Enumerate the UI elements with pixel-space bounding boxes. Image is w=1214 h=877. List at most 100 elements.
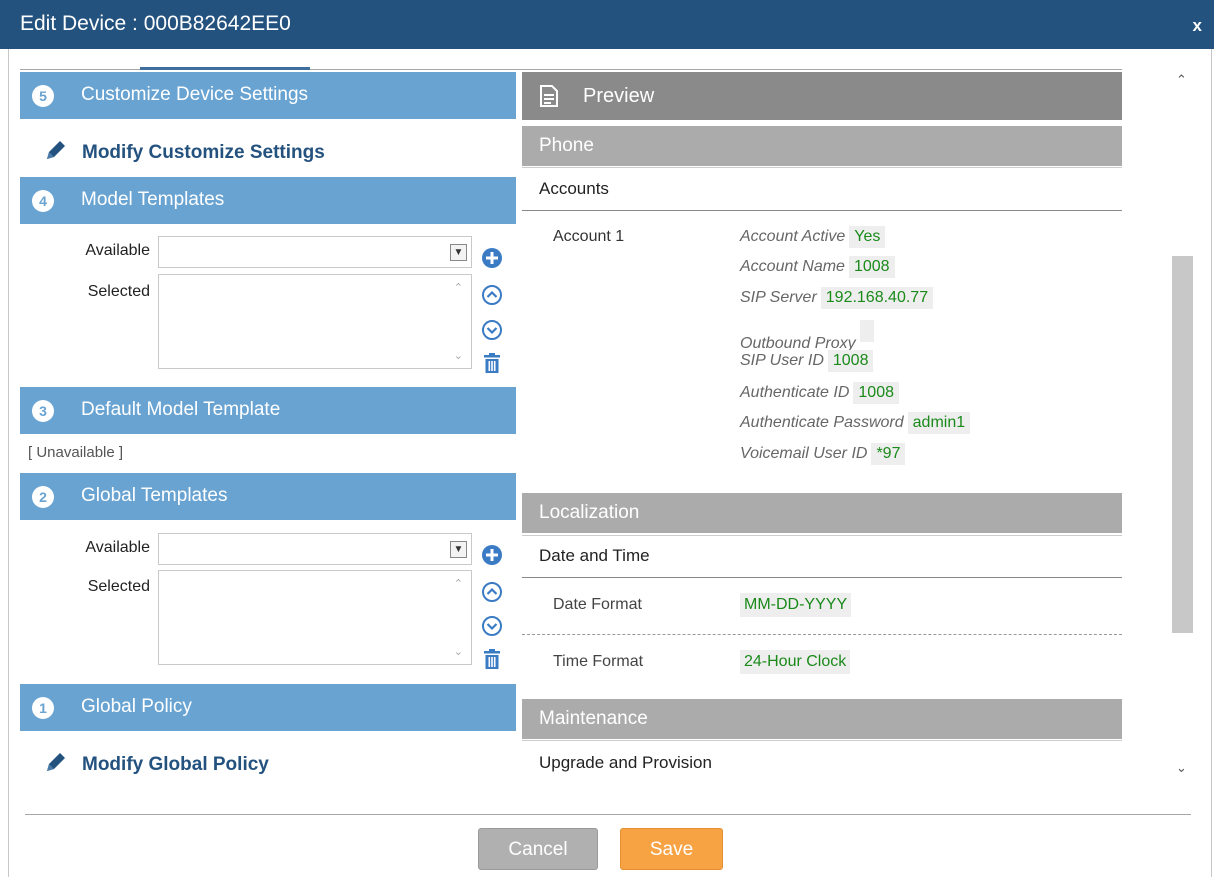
section-label: Global Templates bbox=[81, 485, 228, 506]
field-key: Voicemail User ID bbox=[740, 445, 868, 463]
maintenance-header-label: Maintenance bbox=[539, 708, 648, 729]
divider bbox=[522, 535, 1122, 536]
field-key: Authenticate ID bbox=[740, 384, 850, 402]
move-down-icon[interactable] bbox=[481, 319, 503, 341]
scroll-down-icon: ⌄ bbox=[453, 646, 463, 658]
scroll-up-icon[interactable]: ⌃ bbox=[1176, 72, 1187, 88]
field-key: SIP Server bbox=[740, 289, 817, 307]
scroll-down-icon[interactable]: ⌄ bbox=[1176, 760, 1187, 776]
maintenance-header: Maintenance bbox=[522, 699, 1122, 739]
model-available-select[interactable]: ▼ bbox=[158, 236, 472, 268]
field-outbound-proxy: Outbound Proxy bbox=[740, 320, 874, 353]
accounts-title: Accounts bbox=[539, 179, 609, 198]
field-value: *97 bbox=[871, 443, 906, 465]
active-tab-indicator bbox=[140, 67, 310, 70]
section-customize-device-settings[interactable]: 5 Customize Device Settings bbox=[20, 72, 516, 119]
step-number: 3 bbox=[32, 400, 54, 422]
field-account-active: Account Active Yes bbox=[740, 226, 886, 248]
section-global-templates[interactable]: 2 Global Templates bbox=[20, 473, 516, 520]
move-down-icon[interactable] bbox=[481, 615, 503, 637]
section-global-policy[interactable]: 1 Global Policy bbox=[20, 684, 516, 731]
field-value: 1008 bbox=[848, 256, 895, 278]
field-account-name: Account Name 1008 bbox=[740, 256, 895, 278]
section-label: Global Policy bbox=[81, 696, 192, 717]
add-icon[interactable] bbox=[481, 247, 503, 269]
field-sip-server: SIP Server 192.168.40.77 bbox=[740, 287, 934, 309]
field-key: Account Active bbox=[740, 228, 846, 246]
model-selected-list[interactable]: ⌃ ⌄ bbox=[158, 274, 472, 369]
localization-header: Localization bbox=[522, 493, 1122, 533]
step-number: 5 bbox=[32, 85, 54, 107]
selected-label: Selected bbox=[87, 578, 150, 595]
scrollbar-thumb[interactable] bbox=[1172, 256, 1193, 633]
step-number: 2 bbox=[32, 486, 54, 508]
date-format-value: MM-DD-YYYY bbox=[740, 593, 852, 617]
field-value: 1008 bbox=[827, 350, 874, 372]
step-number: 1 bbox=[32, 697, 54, 719]
time-format-label: Time Format bbox=[553, 653, 644, 670]
move-up-icon[interactable] bbox=[481, 284, 503, 306]
cancel-button[interactable]: Cancel bbox=[478, 828, 598, 870]
trash-icon[interactable] bbox=[481, 352, 503, 374]
document-icon bbox=[540, 85, 558, 107]
trash-icon[interactable] bbox=[481, 648, 503, 670]
field-voicemail-user-id: Voicemail User ID *97 bbox=[740, 443, 906, 465]
dialog-title-bar: Edit Device : 000B82642EE0 x bbox=[0, 0, 1214, 49]
save-button[interactable]: Save bbox=[620, 828, 723, 870]
close-icon[interactable]: x bbox=[1193, 16, 1202, 36]
section-default-model-template[interactable]: 3 Default Model Template bbox=[20, 387, 516, 434]
phone-header-label: Phone bbox=[539, 135, 594, 156]
field-value: Yes bbox=[849, 226, 886, 248]
account-label: Account 1 bbox=[553, 228, 625, 245]
pencil-icon bbox=[47, 753, 65, 771]
localization-header-label: Localization bbox=[539, 502, 640, 523]
phone-header: Phone bbox=[522, 126, 1122, 166]
field-sip-user-id: SIP User ID 1008 bbox=[740, 350, 874, 372]
global-available-select[interactable]: ▼ bbox=[158, 533, 472, 565]
section-label: Model Templates bbox=[81, 189, 225, 210]
field-value: admin1 bbox=[907, 412, 971, 434]
unavailable-text: [ Unavailable ] bbox=[28, 444, 124, 461]
move-up-icon[interactable] bbox=[481, 581, 503, 603]
scroll-up-icon: ⌃ bbox=[453, 578, 463, 590]
field-value: 1008 bbox=[853, 382, 899, 404]
vertical-scrollbar[interactable]: ⌃ ⌄ bbox=[1170, 70, 1194, 776]
divider bbox=[522, 210, 1122, 211]
chevron-down-icon: ▼ bbox=[450, 244, 467, 261]
scroll-up-icon: ⌃ bbox=[453, 282, 463, 294]
footer-divider bbox=[25, 814, 1191, 815]
date-format-label: Date Format bbox=[553, 596, 642, 613]
preview-title: Preview bbox=[583, 85, 655, 107]
dialog-title: Edit Device : 000B82642EE0 bbox=[20, 12, 291, 35]
field-key: Account Name bbox=[740, 258, 845, 276]
section-label: Customize Device Settings bbox=[81, 84, 309, 105]
available-label: Available bbox=[85, 539, 150, 556]
divider bbox=[522, 577, 1122, 578]
upgrade-provision-title: Upgrade and Provision bbox=[539, 753, 712, 772]
field-key: Authenticate Password bbox=[740, 414, 904, 432]
field-value bbox=[859, 320, 874, 342]
selected-label: Selected bbox=[87, 283, 150, 300]
step-number: 4 bbox=[32, 190, 54, 212]
section-model-templates[interactable]: 4 Model Templates bbox=[20, 177, 516, 224]
chevron-down-icon: ▼ bbox=[450, 541, 467, 558]
available-label: Available bbox=[85, 242, 150, 259]
divider bbox=[522, 167, 1122, 168]
scroll-down-icon: ⌄ bbox=[453, 350, 463, 362]
field-key: SIP User ID bbox=[740, 352, 824, 370]
modify-policy-label: Modify Global Policy bbox=[82, 754, 269, 775]
modify-global-policy-link[interactable]: Modify Global Policy bbox=[44, 750, 269, 776]
preview-header: Preview bbox=[522, 72, 1122, 120]
pencil-icon bbox=[47, 141, 65, 159]
add-icon[interactable] bbox=[481, 544, 503, 566]
field-authenticate-password: Authenticate Password admin1 bbox=[740, 412, 971, 434]
modify-customize-label: Modify Customize Settings bbox=[82, 142, 325, 163]
date-time-title: Date and Time bbox=[539, 546, 650, 565]
field-authenticate-id: Authenticate ID 1008 bbox=[740, 382, 899, 404]
global-selected-list[interactable]: ⌃ ⌄ bbox=[158, 570, 472, 665]
section-label: Default Model Template bbox=[81, 399, 281, 420]
divider bbox=[522, 740, 1122, 741]
dashed-divider bbox=[522, 634, 1122, 635]
time-format-value: 24-Hour Clock bbox=[740, 650, 851, 674]
modify-customize-settings-link[interactable]: Modify Customize Settings bbox=[44, 138, 325, 164]
